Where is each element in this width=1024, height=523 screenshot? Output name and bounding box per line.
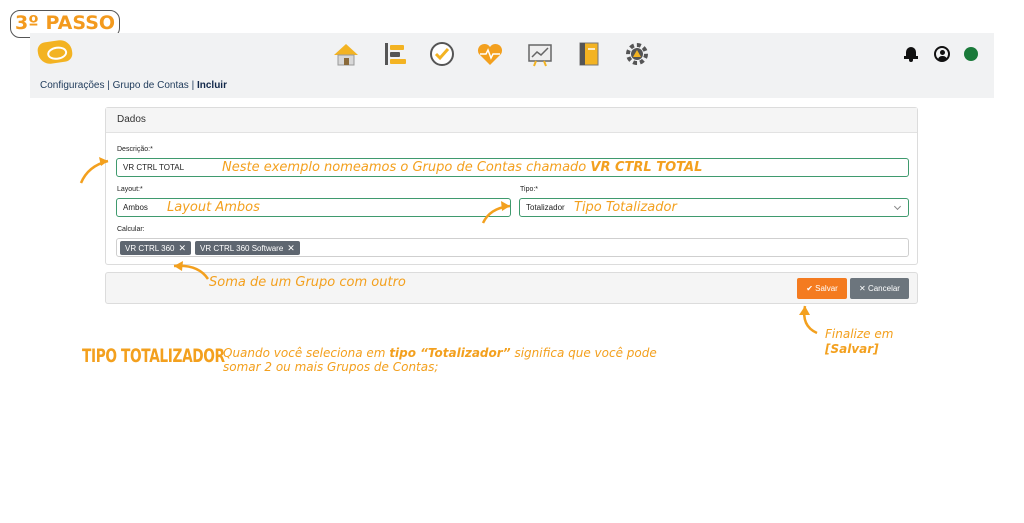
breadcrumb-separator: | xyxy=(188,80,197,91)
descricao-annotation-bold: VR CTRL TOTAL xyxy=(590,160,703,175)
descricao-annotation: Neste exemplo nomeamos o Grupo de Contas… xyxy=(222,160,702,175)
calcular-tag: VR CTRL 360 ✕ xyxy=(120,241,192,255)
calcular-multiselect[interactable]: VR CTRL 360 ✕ VR CTRL 360 Software ✕ xyxy=(116,238,909,257)
tipo-desc-bold: tipo “Totalizador” xyxy=(389,346,511,360)
check-icon: ✔ xyxy=(806,284,813,293)
tipo-label: Tipo:* xyxy=(520,186,539,193)
arrow-icon xyxy=(173,261,210,280)
tag-remove-icon[interactable]: ✕ xyxy=(179,243,187,253)
top-navbar xyxy=(30,33,994,75)
heart-pulse-icon[interactable] xyxy=(476,41,504,67)
gear-icon[interactable] xyxy=(623,41,651,67)
layout-annotation: Layout Ambos xyxy=(167,200,260,215)
panel-title: Dados xyxy=(106,108,917,133)
save-button[interactable]: ✔ Salvar xyxy=(797,278,847,299)
arrow-icon xyxy=(799,305,818,335)
tipo-select-value: Totalizador xyxy=(526,203,565,212)
notebook-icon[interactable] xyxy=(575,41,603,67)
tipo-desc-line2: somar 2 ou mais Grupos de Contas; xyxy=(223,360,439,374)
user-icon[interactable] xyxy=(934,46,950,62)
breadcrumb-configuracoes[interactable]: Configurações xyxy=(40,80,104,91)
descricao-label: Descrição:* xyxy=(117,146,153,153)
finalize-annotation-target: [Salvar] xyxy=(825,342,879,356)
close-icon: ✕ xyxy=(859,284,866,293)
check-circle-icon[interactable] xyxy=(428,41,456,67)
chevron-down-icon xyxy=(893,202,902,211)
breadcrumb-grupo-de-contas[interactable]: Grupo de Contas xyxy=(113,80,189,91)
cancel-button-label: Cancelar xyxy=(867,284,900,293)
calcular-tag: VR CTRL 360 Software ✕ xyxy=(195,241,300,255)
calcular-tag-label: VR CTRL 360 Software xyxy=(200,244,284,253)
cancel-button[interactable]: ✕ Cancelar xyxy=(850,278,909,299)
chart-board-icon[interactable] xyxy=(526,41,554,67)
arrow-icon xyxy=(79,157,109,184)
layout-label: Layout:* xyxy=(117,186,143,193)
arrow-icon xyxy=(481,201,511,224)
save-button-label: Salvar xyxy=(815,284,838,293)
bell-icon[interactable] xyxy=(903,46,919,62)
form-panel: Dados Descrição:* VR CTRL TOTAL Layout:*… xyxy=(105,107,918,265)
calcular-label: Calcular: xyxy=(117,226,145,233)
logo-icon[interactable] xyxy=(36,38,74,66)
tipo-desc-post: significa que você pode xyxy=(510,346,657,360)
breadcrumb: Configurações | Grupo de Contas | Inclui… xyxy=(30,75,994,98)
soma-annotation: Soma de um Grupo com outro xyxy=(209,275,406,290)
tipo-desc-pre: Quando você seleciona em xyxy=(223,346,390,360)
home-icon[interactable] xyxy=(332,41,360,67)
status-dot xyxy=(964,47,978,61)
calcular-tag-label: VR CTRL 360 xyxy=(125,244,175,253)
tag-remove-icon[interactable]: ✕ xyxy=(287,243,295,253)
tipo-totalizador-title: TIPO TOTALIZADOR xyxy=(82,345,225,367)
breadcrumb-current: Incluir xyxy=(196,80,227,91)
tipo-totalizador-description: Quando você seleciona em tipo “Totalizad… xyxy=(223,346,657,374)
finalize-annotation: Finalize em xyxy=(825,327,894,341)
list-icon[interactable] xyxy=(381,41,409,67)
descricao-annotation-text: Neste exemplo nomeamos o Grupo de Contas… xyxy=(222,160,591,175)
breadcrumb-separator: | xyxy=(104,80,113,91)
tipo-annotation: Tipo Totalizador xyxy=(574,200,677,215)
